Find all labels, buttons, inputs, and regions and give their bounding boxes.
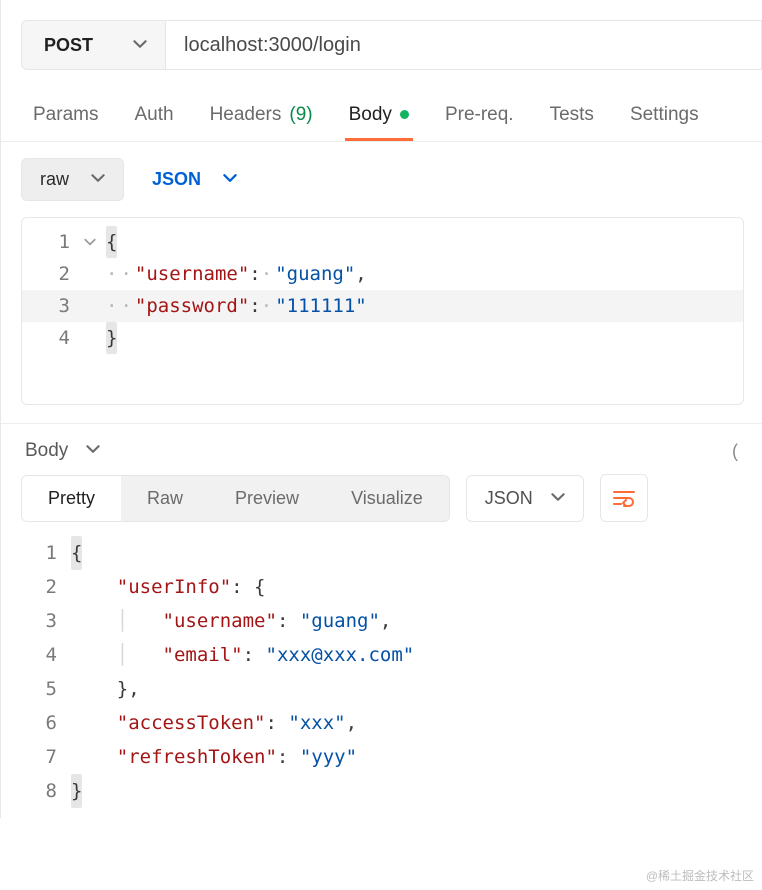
line-number: 2 bbox=[22, 258, 84, 290]
response-section-header: Body ( bbox=[1, 423, 762, 474]
line-number: 4 bbox=[1, 638, 71, 672]
request-row: POST bbox=[1, 0, 762, 90]
body-type-label: raw bbox=[40, 169, 69, 190]
response-toolbar: Pretty Raw Preview Visualize JSON bbox=[1, 474, 762, 522]
response-type-select[interactable]: JSON bbox=[466, 475, 584, 522]
body-unsaved-dot-icon bbox=[400, 110, 409, 119]
response-body-editor[interactable]: 1 { 2 "userInfo": { 3 │ "username": "gua… bbox=[1, 522, 762, 818]
http-method-select[interactable]: POST bbox=[21, 20, 166, 70]
body-language-label: JSON bbox=[152, 169, 201, 190]
line-number: 4 bbox=[22, 322, 84, 354]
line-number: 7 bbox=[1, 740, 71, 774]
code-line: 4 │ "email": "xxx@xxx.com" bbox=[1, 638, 762, 672]
chevron-down-icon bbox=[133, 37, 147, 54]
response-section-label: Body bbox=[25, 440, 68, 462]
request-tabs: Params Auth Headers (9) Body Pre-req. Te… bbox=[1, 90, 762, 142]
response-view-preview[interactable]: Preview bbox=[209, 476, 325, 521]
line-number: 1 bbox=[22, 226, 84, 258]
response-meta-icon[interactable]: ( bbox=[732, 441, 738, 462]
code-line: 5 }, bbox=[1, 672, 762, 706]
code-line: 6 "accessToken": "xxx", bbox=[1, 706, 762, 740]
code-line: 1 { bbox=[1, 536, 762, 570]
code-line: 3 │ "username": "guang", bbox=[1, 604, 762, 638]
tab-prerequest[interactable]: Pre-req. bbox=[441, 92, 518, 140]
code-line: 8 } bbox=[1, 774, 762, 808]
tab-auth[interactable]: Auth bbox=[130, 92, 177, 140]
body-language-select[interactable]: JSON bbox=[152, 169, 237, 190]
response-view-visualize[interactable]: Visualize bbox=[325, 476, 449, 521]
request-url-input[interactable] bbox=[166, 20, 762, 70]
chevron-down-icon bbox=[91, 171, 105, 188]
body-subbar: raw JSON bbox=[1, 142, 762, 217]
chevron-down-icon[interactable] bbox=[86, 442, 100, 461]
code-line: 2 "userInfo": { bbox=[1, 570, 762, 604]
fold-icon[interactable] bbox=[84, 236, 106, 248]
chevron-down-icon bbox=[551, 488, 565, 509]
code-line: 3 ··"password":·"111111" bbox=[22, 290, 743, 322]
line-number: 3 bbox=[1, 604, 71, 638]
code-line: 4 } bbox=[22, 322, 743, 354]
wrap-lines-icon bbox=[612, 488, 636, 508]
http-method-label: POST bbox=[44, 35, 93, 56]
code-line: 1 { bbox=[22, 226, 743, 258]
headers-count: (9) bbox=[289, 104, 312, 126]
watermark: @稀土掘金技术社区 bbox=[646, 867, 754, 884]
line-number: 6 bbox=[1, 706, 71, 740]
tab-tests[interactable]: Tests bbox=[546, 92, 598, 140]
request-body-editor[interactable]: 1 { 2 ··"username":·"guang", 3 ··"passwo… bbox=[21, 217, 744, 405]
code-line: 7 "refreshToken": "yyy" bbox=[1, 740, 762, 774]
tab-settings[interactable]: Settings bbox=[626, 92, 703, 140]
line-number: 2 bbox=[1, 570, 71, 604]
line-number: 8 bbox=[1, 774, 71, 808]
tab-headers[interactable]: Headers (9) bbox=[206, 92, 317, 140]
chevron-down-icon bbox=[223, 171, 237, 188]
response-view-pretty[interactable]: Pretty bbox=[22, 476, 121, 521]
line-number: 1 bbox=[1, 536, 71, 570]
wrap-lines-button[interactable] bbox=[600, 474, 648, 522]
line-number: 3 bbox=[22, 290, 84, 322]
response-view-raw[interactable]: Raw bbox=[121, 476, 209, 521]
response-type-label: JSON bbox=[485, 488, 533, 509]
body-type-select[interactable]: raw bbox=[21, 158, 124, 201]
tab-params[interactable]: Params bbox=[29, 92, 102, 140]
line-number: 5 bbox=[1, 672, 71, 706]
tab-body[interactable]: Body bbox=[345, 92, 413, 140]
code-line: 2 ··"username":·"guang", bbox=[22, 258, 743, 290]
response-view-segment: Pretty Raw Preview Visualize bbox=[21, 475, 450, 522]
